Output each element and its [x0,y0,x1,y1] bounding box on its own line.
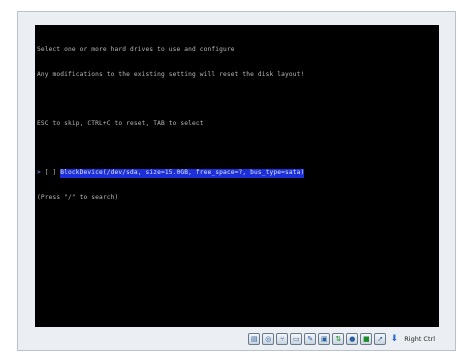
search-hint-line: (Press "/" to search) [37,193,119,201]
network-icon[interactable]: ⇅ [332,333,345,345]
display-icon[interactable]: ▣ [318,333,331,345]
instruction-line: Select one or more hard drives to use an… [37,46,235,54]
console-output: Select one or more hard drives to use an… [37,30,437,219]
recording-icon[interactable]: ● [346,333,359,345]
mouse-integration-icon[interactable]: ➚ [374,333,387,345]
keybinding-hint-line: ESC to skip, CTRL+C to reset, TAB to sel… [37,120,204,128]
warning-line: Any modifications to the existing settin… [37,71,305,78]
usb-icon[interactable]: ⑂ [276,333,289,345]
host-key-arrow-icon: ⬇ [390,333,399,344]
shared-folder-icon[interactable]: ▭ [290,333,303,345]
pencil-icon[interactable]: ✎ [304,333,317,345]
vm-status-bar: ▤ ◎ ⑂ ▭ ✎ ▣ ⇅ ● ■ ➚ ⬇ Right Ctrl [35,330,439,348]
disk-checkbox[interactable]: [ ] [41,169,60,177]
host-key-label: Right Ctrl [404,335,435,343]
disk-option-label[interactable]: BlockDevice(/dev/sda, size=15.0GB, free_… [60,169,305,178]
cpu-icon[interactable]: ■ [360,333,373,345]
hard-disk-icon[interactable]: ▤ [248,333,261,345]
disk-option-row[interactable]: > [ ] BlockDevice(/dev/sda, size=15.0GB,… [37,169,437,178]
vm-console-screen[interactable]: Select one or more hard drives to use an… [35,25,439,327]
optical-drive-icon[interactable]: ◎ [262,333,275,345]
